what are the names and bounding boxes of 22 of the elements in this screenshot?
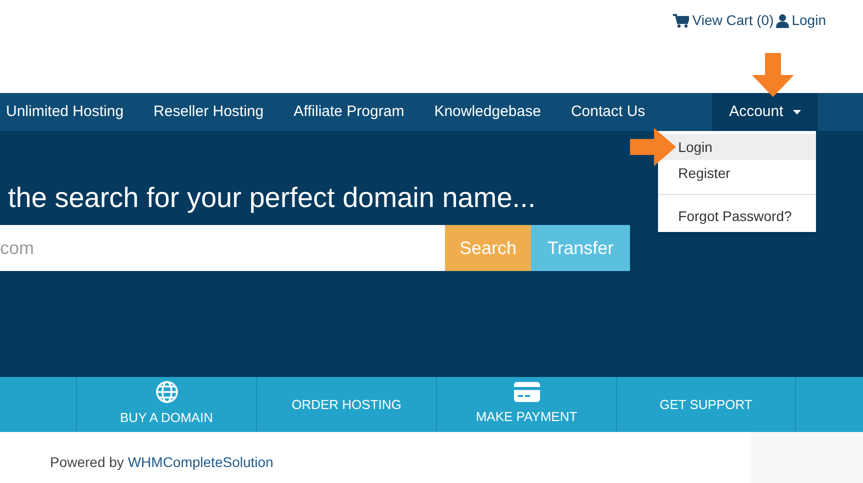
caret-icon: [793, 110, 802, 114]
nav-link[interactable]: Knowledgebase: [419, 93, 556, 131]
credit-card-icon: [514, 382, 540, 402]
dropdown-item[interactable]: Register: [658, 160, 816, 186]
account-menu-button[interactable]: Account: [712, 93, 818, 131]
nav-link[interactable]: Contact Us: [556, 93, 660, 131]
user-icon: [776, 14, 789, 28]
view-cart-link[interactable]: View Cart (0): [673, 10, 774, 31]
globe-icon: [156, 381, 178, 404]
dropdown-item[interactable]: Forgot Password?: [658, 203, 816, 229]
domain-search-field[interactable]: com: [0, 225, 445, 271]
login-link[interactable]: Login: [776, 10, 826, 31]
footer-link[interactable]: WHMCompleteSolution: [128, 454, 274, 470]
arrow-right-icon: [630, 128, 676, 166]
nav-link[interactable]: Affiliate Program: [278, 93, 420, 131]
cart-icon: [673, 14, 690, 28]
nav-link[interactable]: Unlimited Hosting: [0, 93, 139, 131]
hero-title: the search for your perfect domain name...: [7, 181, 536, 215]
footer-text: Powered by WHMCompleteSolution: [49, 453, 274, 472]
nav-link[interactable]: Reseller Hosting: [138, 93, 279, 131]
dropdown-item[interactable]: Login: [658, 134, 816, 160]
arrow-down-icon: [752, 53, 794, 97]
